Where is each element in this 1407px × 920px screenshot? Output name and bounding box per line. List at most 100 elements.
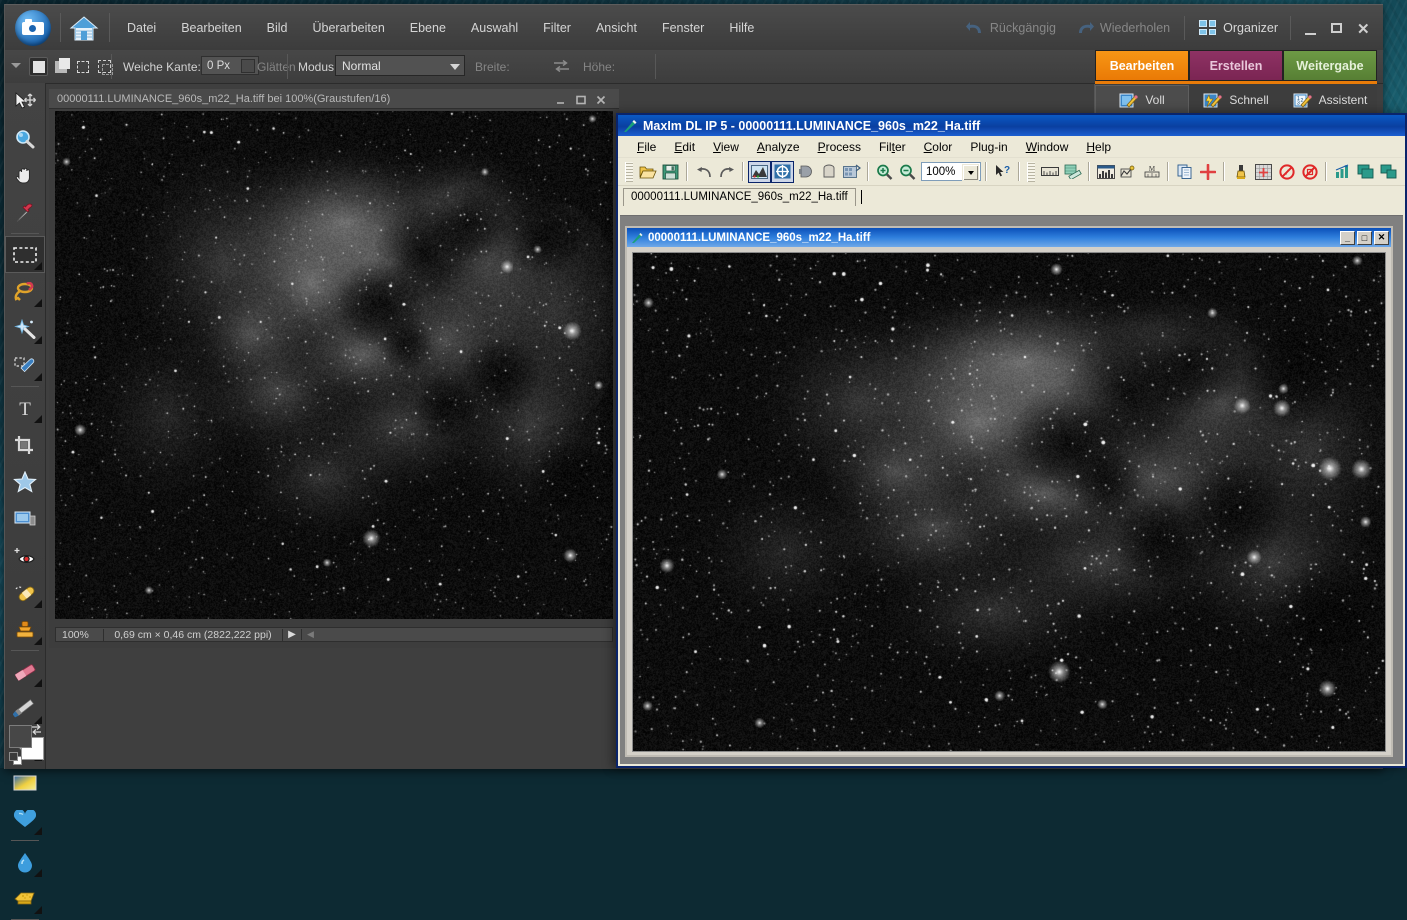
healing-brush-tool[interactable] — [5, 574, 45, 611]
maxim-menu-process[interactable]: Process — [809, 138, 870, 156]
marquee-tool[interactable] — [5, 236, 45, 273]
open-file-button[interactable] — [636, 161, 659, 183]
tab-weitergabe[interactable]: Weitergabe — [1283, 50, 1377, 81]
maxim-image-canvas[interactable] — [632, 252, 1386, 752]
close-icon[interactable]: ✕ — [1357, 21, 1371, 37]
maxim-menu-help[interactable]: Help — [1077, 138, 1120, 156]
cascade-windows-button[interactable] — [1377, 161, 1400, 183]
graph-button[interactable] — [1038, 161, 1061, 183]
type-tool[interactable]: T — [5, 389, 45, 426]
maxim-menu-analyze[interactable]: Analyze — [748, 138, 809, 156]
red-eye-tool[interactable] — [5, 537, 45, 574]
camera-icon[interactable] — [15, 10, 51, 46]
menu-item-ebene[interactable]: Ebene — [406, 18, 450, 38]
maxim-menu-color[interactable]: Color — [915, 138, 962, 156]
cookie-cutter-tool[interactable] — [5, 463, 45, 500]
maxim-menu-file[interactable]: File — [628, 138, 665, 156]
brush-tool[interactable] — [5, 690, 45, 727]
organizer-button[interactable]: Organizer — [1189, 20, 1288, 35]
menu-item-hilfe[interactable]: Hilfe — [725, 18, 758, 38]
area-profile-button[interactable]: M — [1140, 161, 1163, 183]
menu-item-auswahl[interactable]: Auswahl — [467, 18, 522, 38]
straighten-tool[interactable] — [5, 500, 45, 537]
menu-item-bild[interactable]: Bild — [263, 18, 292, 38]
swap-dimensions-icon[interactable] — [553, 59, 570, 73]
subtract-from-selection-button[interactable] — [73, 57, 92, 76]
undo-button[interactable]: Rückgängig — [956, 21, 1066, 35]
crop-tool[interactable] — [5, 426, 45, 463]
camera-control-button[interactable] — [817, 161, 840, 183]
selection-brush-tool[interactable] — [5, 347, 45, 384]
tab-erstellen[interactable]: Erstellen — [1189, 50, 1283, 81]
kill-cold-pixels-button[interactable] — [1298, 161, 1321, 183]
zoom-tool[interactable] — [5, 120, 45, 157]
menu-item-filter[interactable]: Filter — [539, 18, 575, 38]
antialias-checkbox[interactable] — [241, 59, 255, 73]
scroll-left-icon[interactable]: ◀ — [301, 629, 612, 640]
maxim-menu-edit[interactable]: Edit — [665, 138, 704, 156]
clone-stamp-tool[interactable] — [5, 611, 45, 648]
close-icon[interactable]: ✕ — [1374, 230, 1389, 245]
menu-item-ueberarbeiten[interactable]: Überarbeiten — [309, 18, 389, 38]
remove-bloom-button[interactable] — [1252, 161, 1275, 183]
maxim-menu-filter[interactable]: Filter — [870, 138, 915, 156]
play-triangle-icon[interactable]: ▶ — [283, 629, 301, 640]
eyedropper-tool[interactable] — [5, 194, 45, 231]
magic-wand-tool[interactable] — [5, 310, 45, 347]
tab-bearbeiten[interactable]: Bearbeiten — [1095, 50, 1189, 81]
minimize-icon[interactable] — [555, 93, 567, 105]
add-to-selection-button[interactable] — [51, 57, 70, 76]
screen-stretch-button[interactable] — [748, 160, 771, 183]
redo-button[interactable] — [715, 161, 738, 183]
color-balance-button[interactable] — [794, 161, 817, 183]
menu-item-fenster[interactable]: Fenster — [658, 18, 708, 38]
sponge-tool[interactable] — [5, 880, 45, 917]
histogram-button[interactable] — [1094, 161, 1117, 183]
chevron-down-icon[interactable] — [11, 63, 21, 68]
maxim-menu-plugin[interactable]: Plug-in — [961, 138, 1016, 156]
tile-windows-button[interactable] — [1354, 161, 1377, 183]
redo-button[interactable]: Wiederholen — [1066, 21, 1180, 35]
menu-item-bearbeiten[interactable]: Bearbeiten — [177, 18, 245, 38]
swap-colors-icon[interactable] — [30, 723, 43, 736]
eraser-tool[interactable] — [5, 653, 45, 690]
maxim-child-title-bar[interactable]: 00000111.LUMINANCE_960s_m22_Ha.tiff _ □ … — [627, 228, 1391, 247]
gradient-tool[interactable] — [5, 764, 45, 801]
zoom-level[interactable]: 100% — [56, 628, 104, 641]
move-tool[interactable] — [5, 83, 45, 120]
lasso-tool[interactable] — [5, 273, 45, 310]
measure-button[interactable] — [1061, 161, 1084, 183]
help-pointer-button[interactable]: ? — [991, 161, 1014, 183]
line-profile-button[interactable] — [1117, 161, 1140, 183]
maxim-menu-view[interactable]: View — [704, 138, 748, 156]
copy-button[interactable] — [1173, 161, 1196, 183]
blur-tool[interactable] — [5, 843, 45, 880]
subtab-assistent[interactable]: 123 Assistent — [1283, 85, 1377, 115]
minimize-icon[interactable]: _ — [1340, 230, 1355, 245]
kill-warm-pixels-button[interactable]: / — [1275, 161, 1298, 183]
toolbar-grip[interactable] — [625, 161, 633, 182]
save-file-button[interactable] — [659, 161, 682, 183]
close-icon[interactable] — [595, 93, 607, 105]
add-button[interactable] — [1196, 161, 1219, 183]
restore-icon[interactable]: □ — [1357, 230, 1372, 245]
home-icon[interactable] — [69, 13, 99, 43]
stack-button[interactable] — [1331, 161, 1354, 183]
shape-tool[interactable] — [5, 801, 45, 838]
menu-item-ansicht[interactable]: Ansicht — [592, 18, 641, 38]
minimize-icon[interactable] — [1305, 21, 1319, 35]
zoom-select[interactable]: 100% — [921, 162, 981, 181]
pixel-math-button[interactable] — [840, 161, 863, 183]
document-title-bar[interactable]: 00000111.LUMINANCE_960s_m22_Ha.tiff bei … — [49, 89, 619, 109]
subtab-schnell[interactable]: Schnell — [1189, 85, 1283, 115]
calibrate-button[interactable] — [1229, 161, 1252, 183]
information-button[interactable] — [771, 160, 794, 183]
default-colors-icon[interactable] — [9, 752, 22, 765]
document-canvas[interactable] — [55, 111, 613, 619]
new-selection-button[interactable] — [29, 57, 48, 76]
subtab-voll[interactable]: Voll — [1095, 85, 1189, 115]
maximize-icon[interactable] — [575, 93, 587, 105]
toolbar-grip-2[interactable] — [1027, 161, 1035, 182]
hand-tool[interactable] — [5, 157, 45, 194]
maxim-menu-window[interactable]: Window — [1017, 138, 1078, 156]
